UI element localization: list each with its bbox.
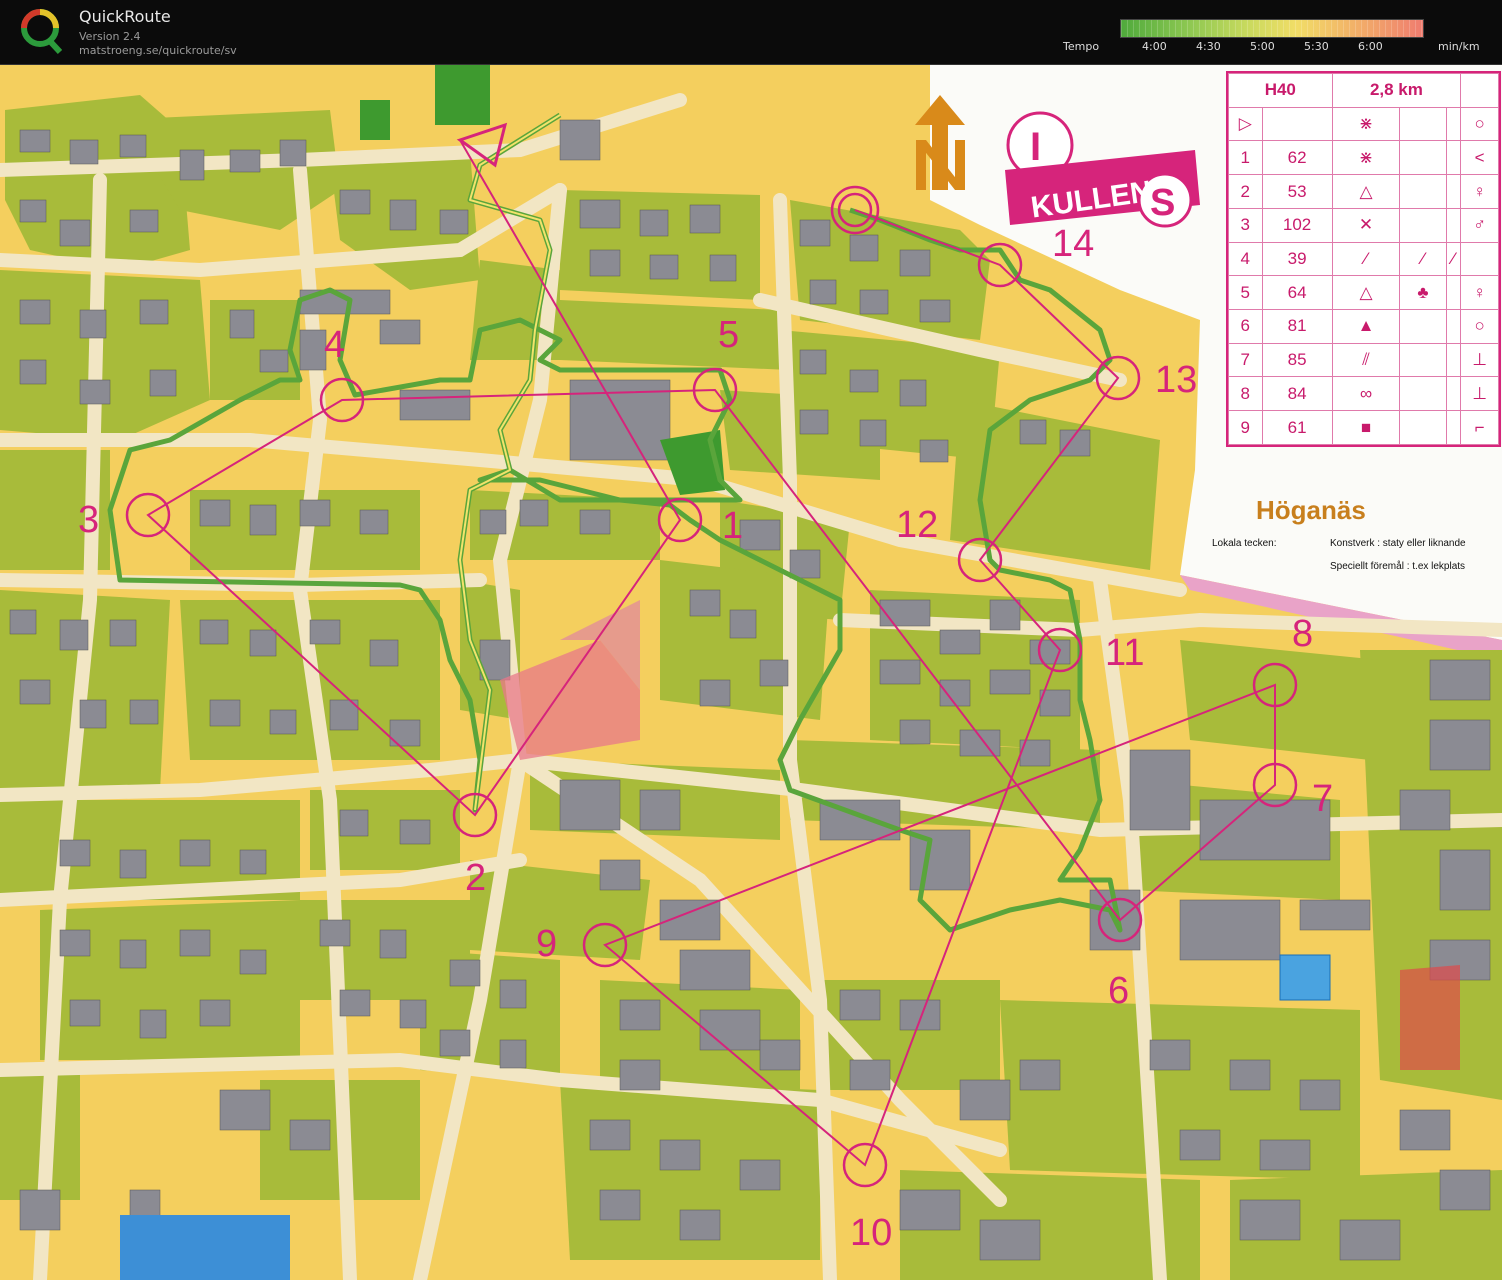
tempo-color-scale [1120,19,1424,38]
control-number: 7 [1312,778,1333,820]
desc-row-code: 64 [1261,275,1333,311]
app-url: matstroeng.se/quickroute/sv [79,44,237,57]
control-number: 10 [850,1212,892,1254]
control-number: 8 [1292,613,1313,655]
course-class: H40 [1228,73,1333,108]
orienteering-map[interactable]: 1 2 3 4 5 6 7 8 9 10 11 12 13 14 I KULLE… [0,65,1502,1280]
control-number: 4 [324,324,345,366]
control-number: 2 [465,857,486,899]
control-number: 3 [78,499,99,541]
control-number: 11 [1105,632,1144,674]
desc-row-code: 53 [1261,174,1333,209]
desc-row-code: 62 [1261,140,1333,176]
control-number: 9 [536,923,557,965]
desc-row-num: 2 [1228,174,1263,209]
desc-row-code: 102 [1261,207,1333,243]
control-number: 1 [722,505,743,547]
course-length: 2,8 km [1331,73,1462,108]
tempo-unit: min/km [1438,40,1480,53]
desc-row-num: 8 [1228,376,1263,412]
tempo-tick: 4:00 [1142,40,1167,53]
desc-row-code: 84 [1261,376,1333,412]
control-number: 13 [1155,359,1197,401]
desc-row-num: 1 [1228,140,1263,176]
pool [1279,954,1331,1001]
control-number: 14 [1052,223,1094,265]
quickroute-logo-icon [21,9,62,55]
start-symbol-icon: ▷ [1228,106,1263,142]
legend-heading: Lokala tecken: [1212,538,1277,549]
desc-row-code: 39 [1261,241,1333,277]
legend-item: Speciellt föremål : t.ex lekplats [1330,561,1466,572]
control-description-sheet: H40 2,8 km ▷ ⋇ ○ 1 62 ⋇ < 2 53 △ ♀ 3 102 ✕ ♂ 4 39 ⁄ ⁄ ⁄… [1226,71,1501,447]
legend-item: Konstverk : staty eller liknande [1330,538,1466,549]
desc-row-num: 9 [1228,410,1263,445]
control-number: 12 [896,504,938,546]
control-number: 6 [1108,970,1129,1012]
app-title: QuickRoute [79,7,171,26]
app-version: Version 2.4 [79,30,141,43]
tempo-tick: 5:30 [1304,40,1329,53]
svg-text:S: S [1150,182,1175,224]
desc-row-code: 81 [1261,309,1333,344]
tempo-tick: 5:00 [1250,40,1275,53]
desc-row-code: 85 [1261,342,1333,378]
desc-row-num: 5 [1228,275,1263,311]
desc-row-code: 61 [1261,410,1333,445]
desc-row-num: 6 [1228,309,1263,344]
top-bar: QuickRoute Version 2.4 matstroeng.se/qui… [0,0,1502,65]
quickroute-window: QuickRoute Version 2.4 matstroeng.se/qui… [0,0,1502,1280]
tempo-tick: 6:00 [1358,40,1383,53]
tempo-label: Tempo [1063,40,1100,53]
desc-row-num: 7 [1228,342,1263,378]
map-area-name: Höganäs [1256,495,1366,525]
tempo-tick: 4:30 [1196,40,1221,53]
svg-text:I: I [1030,125,1041,169]
desc-row-num: 3 [1228,207,1263,243]
desc-row-num: 4 [1228,241,1263,277]
water [120,1215,290,1280]
control-number: 5 [718,314,739,356]
